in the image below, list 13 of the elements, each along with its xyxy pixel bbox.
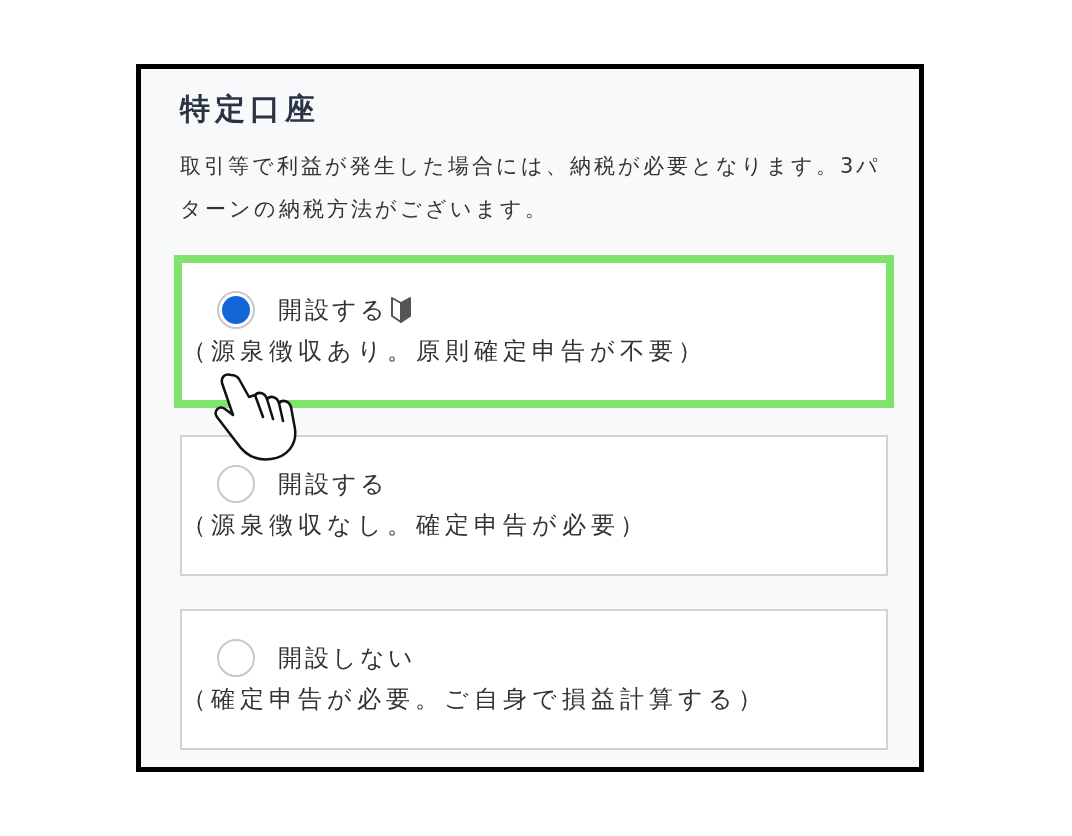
option-note: （源泉徴収なし。確定申告が必要） [182,510,649,541]
option-label: 開設する [278,295,388,326]
section-title: 特定口座 [180,90,321,128]
option-note: （源泉徴収あり。原則確定申告が不要） [182,336,707,367]
option-note: （確定申告が必要。ご自身で損益計算する） [182,684,767,715]
radio-button[interactable] [217,639,255,677]
description-text: 取引等で利益が発生した場合には、納税が必要となります。3パターンの納税方法がございます。 [180,153,883,223]
radio-button[interactable] [217,465,255,503]
option-label: 開設する [278,469,388,500]
option-label: 開設しない [278,643,416,674]
option-card[interactable]: 開設する （源泉徴収なし。確定申告が必要） [180,435,888,576]
radio-button[interactable] [217,291,255,329]
option-card[interactable]: 開設しない （確定申告が必要。ご自身で損益計算する） [180,609,888,750]
